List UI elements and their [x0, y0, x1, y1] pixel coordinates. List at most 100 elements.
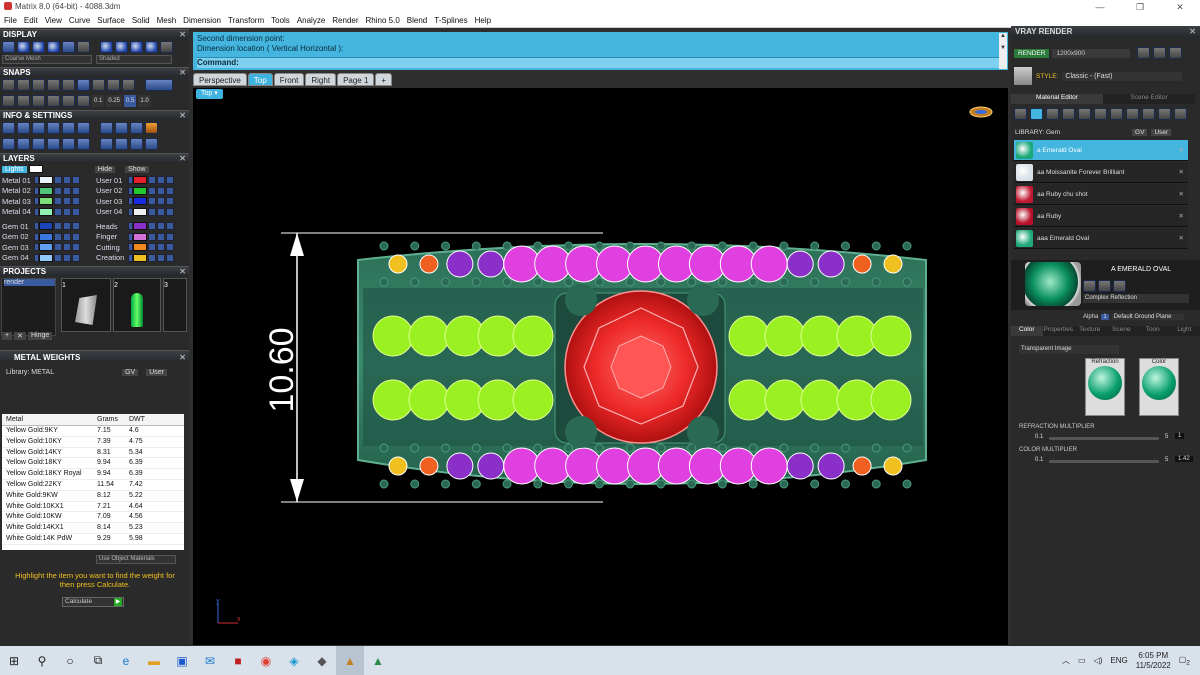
- layer-color-swatch[interactable]: [133, 253, 147, 262]
- subtab-color[interactable]: Color: [1011, 326, 1043, 336]
- snap-value-3[interactable]: 0.5: [124, 95, 137, 107]
- car-icon[interactable]: [32, 122, 45, 134]
- layer-color-swatch[interactable]: [133, 207, 147, 216]
- table-row[interactable]: White Gold:14K PdW 9.29 5.98: [2, 534, 184, 545]
- remove-project-button[interactable]: ✕: [14, 332, 26, 340]
- lock-icon[interactable]: [54, 197, 62, 206]
- metal-header[interactable]: METAL WEIGHTS ✕: [0, 350, 189, 363]
- tab-add[interactable]: +: [375, 73, 393, 86]
- layer-color-swatch[interactable]: [39, 197, 53, 206]
- alpha-value[interactable]: 1: [1101, 314, 1109, 320]
- tab-top[interactable]: Top: [247, 73, 273, 86]
- maximize-button[interactable]: ❐: [1120, 0, 1160, 14]
- menu-view[interactable]: View: [45, 14, 62, 27]
- col-value[interactable]: 1.42: [1175, 456, 1193, 462]
- mid-snap-icon[interactable]: [47, 79, 60, 91]
- remove-material-icon[interactable]: ✕: [1179, 212, 1184, 220]
- lock-icon[interactable]: [54, 176, 62, 185]
- car-mat-icon[interactable]: [1126, 108, 1139, 120]
- tan-snap-icon[interactable]: [107, 79, 120, 91]
- planar-icon[interactable]: [32, 95, 45, 107]
- project-thumb-1[interactable]: 1: [61, 278, 111, 332]
- reflection-select[interactable]: Complex Reflection: [1083, 294, 1189, 303]
- layer-row[interactable]: Metal 03: [0, 196, 94, 207]
- visible-icon[interactable]: [63, 253, 71, 262]
- layer-color-swatch[interactable]: [133, 197, 147, 206]
- layer-row[interactable]: Gem 04: [0, 253, 94, 264]
- tray-arrow-icon[interactable]: ︿: [1062, 655, 1070, 666]
- menu-transform[interactable]: Transform: [228, 14, 264, 27]
- visible-icon[interactable]: [63, 207, 71, 216]
- quad-snap-icon[interactable]: [122, 79, 135, 91]
- volume-icon[interactable]: ◁): [1094, 656, 1103, 665]
- expand-icon[interactable]: [1169, 47, 1183, 59]
- sphere-icon[interactable]: [1046, 108, 1059, 120]
- resolution-field[interactable]: 1200x900: [1052, 48, 1131, 58]
- curve-icon[interactable]: [77, 95, 90, 107]
- col-grams[interactable]: Grams: [95, 414, 127, 425]
- snaps-header[interactable]: SNAPS ✕: [0, 67, 189, 77]
- color-swatch[interactable]: Color: [1139, 358, 1179, 416]
- lock-icon[interactable]: [148, 176, 156, 185]
- app-blue-icon[interactable]: ◈: [280, 646, 308, 675]
- command-prompt[interactable]: Command:: [197, 57, 1004, 68]
- tab-scene-editor[interactable]: Scene Editor: [1103, 94, 1195, 104]
- menu-blend[interactable]: Blend: [407, 14, 427, 27]
- settings-gear-icon[interactable]: [2, 122, 15, 134]
- menu-solid[interactable]: Solid: [132, 14, 150, 27]
- lights-toggle[interactable]: Lights: [2, 165, 27, 173]
- grid-mat-icon[interactable]: [1094, 108, 1107, 120]
- material-item[interactable]: aaa Emerald Oval ✕: [1014, 228, 1188, 249]
- subtab-properties[interactable]: Properties: [1042, 326, 1074, 336]
- layer-opt-icon[interactable]: [72, 222, 80, 231]
- ghosted-sphere-icon[interactable]: [47, 41, 60, 53]
- layer-color-swatch[interactable]: [39, 253, 53, 262]
- grid-icon[interactable]: [2, 95, 15, 107]
- bucket-icon[interactable]: [32, 138, 45, 150]
- use-object-materials-select[interactable]: Use Object Materials: [96, 555, 176, 564]
- layer-row[interactable]: Heads: [94, 221, 188, 232]
- table-row[interactable]: Yellow Gold:10KY 7.39 4.75: [2, 437, 184, 448]
- layer-opt-icon[interactable]: [72, 243, 80, 252]
- lock-icon[interactable]: [54, 243, 62, 252]
- lock-icon[interactable]: [54, 186, 62, 195]
- layer-row[interactable]: Finger: [94, 232, 188, 243]
- project-thumb-3[interactable]: 3: [163, 278, 187, 332]
- menu-dimension[interactable]: Dimension: [183, 14, 221, 27]
- layer-row[interactable]: Metal 01: [0, 175, 94, 186]
- show-button[interactable]: Show: [125, 165, 149, 173]
- int-snap-icon[interactable]: [77, 79, 90, 91]
- layer-row[interactable]: Gem 02: [0, 232, 94, 243]
- layer-stack-icon[interactable]: [47, 122, 60, 134]
- lock-icon[interactable]: [148, 222, 156, 231]
- bulb-icon[interactable]: [1174, 108, 1187, 120]
- shaded-sphere-icon[interactable]: [17, 41, 30, 53]
- minimize-button[interactable]: —: [1080, 0, 1120, 14]
- layer-color-swatch[interactable]: [133, 243, 147, 252]
- snap-value-1[interactable]: 0.1: [92, 95, 105, 107]
- lock-icon[interactable]: [54, 207, 62, 216]
- visible-icon[interactable]: [63, 222, 71, 231]
- table-row[interactable]: White Gold:9KW 8.12 5.22: [2, 491, 184, 502]
- tab-page-1[interactable]: Page 1: [337, 73, 375, 86]
- material-sphere-3-icon[interactable]: [130, 41, 143, 53]
- refraction-slider[interactable]: [1049, 437, 1159, 440]
- subtab-texture[interactable]: Texture: [1074, 326, 1106, 336]
- lock-icon[interactable]: [54, 232, 62, 241]
- close-button[interactable]: ✕: [1160, 0, 1200, 14]
- visible-icon[interactable]: [157, 186, 165, 195]
- chrome-icon[interactable]: ◉: [252, 646, 280, 675]
- remove-material-icon[interactable]: ✕: [1179, 190, 1184, 198]
- copy-mat-icon[interactable]: [1142, 108, 1155, 120]
- matrix-alt-icon[interactable]: ▲: [364, 646, 392, 675]
- menu-analyze[interactable]: Analyze: [297, 14, 325, 27]
- lang-indicator[interactable]: ENG: [1110, 656, 1127, 665]
- viewport-label[interactable]: Top ▾: [196, 89, 223, 99]
- angle-icon[interactable]: [62, 95, 75, 107]
- ortho-icon[interactable]: [17, 95, 30, 107]
- layers-header[interactable]: LAYERS ✕: [0, 153, 189, 163]
- snap-value-2[interactable]: 0.25: [106, 95, 123, 107]
- material-settings-icon[interactable]: [160, 41, 173, 53]
- menu-render[interactable]: Render: [332, 14, 358, 27]
- visible-icon[interactable]: [157, 243, 165, 252]
